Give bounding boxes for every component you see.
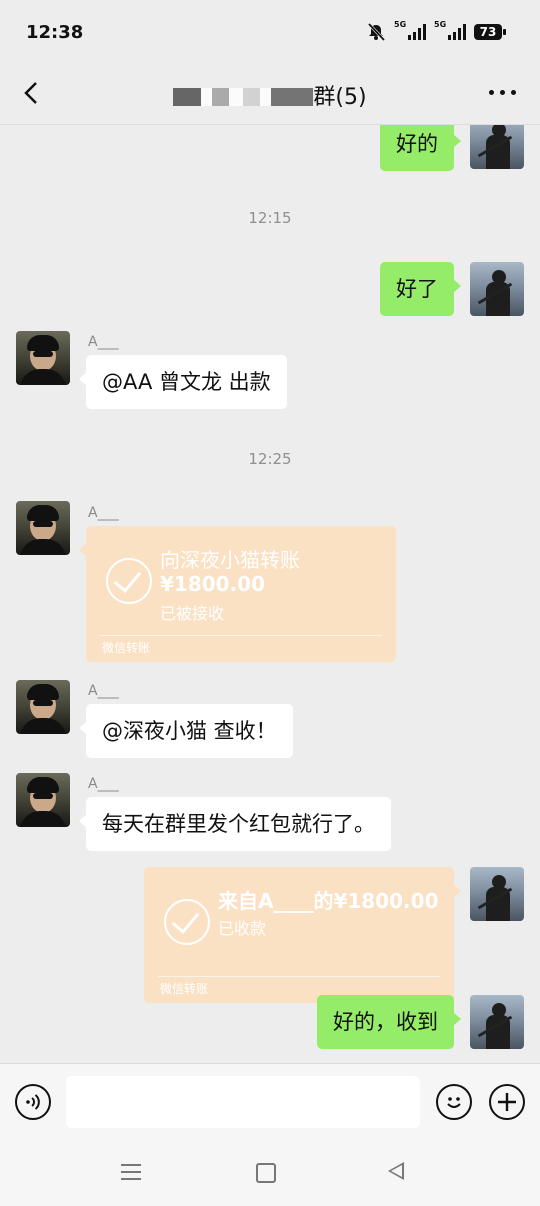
add-icon	[498, 1093, 516, 1111]
timestamp: 12:15	[248, 209, 292, 227]
message-bubble[interactable]: 好的，收到	[317, 995, 461, 1049]
status-bar: 12:38 5G 5G 73	[0, 0, 540, 66]
transfer-status: 已被接收	[160, 604, 225, 623]
message-bubble[interactable]: 每天在群里发个红包就行了。	[79, 797, 391, 851]
signal-2-icon: 5G	[434, 20, 466, 40]
message-bubble[interactable]: 好的	[380, 125, 461, 171]
system-back-icon[interactable]	[388, 1162, 404, 1180]
message-bubble[interactable]: @深夜小猫 查收！	[79, 704, 293, 758]
my-avatar[interactable]	[470, 125, 524, 169]
sender-name: A___	[88, 505, 119, 521]
network-type-2: 5G	[434, 20, 447, 29]
chat-title-suffix: 群(5)	[313, 85, 367, 110]
sender-name: A___	[88, 683, 119, 699]
transfer-card[interactable]: 来自A____的¥1800.00 已收款 微信转账	[144, 867, 461, 1003]
transfer-title: 向深夜小猫转账	[160, 548, 300, 572]
home-icon[interactable]	[256, 1163, 276, 1183]
sender-name: A___	[88, 776, 119, 792]
transfer-footer: 微信转账	[102, 641, 151, 655]
more-options-icon[interactable]	[489, 90, 516, 95]
transfer-card[interactable]: 向深夜小猫转账 ¥1800.00 已被接收 微信转账	[79, 526, 396, 662]
bell-muted-icon	[367, 22, 386, 42]
status-time: 12:38	[26, 22, 84, 43]
system-nav-bar	[0, 1143, 540, 1206]
divider	[100, 635, 382, 636]
smiley-icon	[447, 1097, 461, 1108]
divider	[158, 976, 440, 977]
recents-icon[interactable]	[121, 1164, 141, 1180]
transfer-amount: ¥1800.00	[160, 572, 266, 596]
check-circle-icon	[106, 558, 152, 604]
plus-icon[interactable]	[489, 1084, 525, 1120]
transfer-footer: 微信转账	[160, 982, 209, 996]
message-bubble[interactable]: 好了	[380, 262, 461, 316]
battery-icon: 73	[474, 24, 506, 40]
contact-avatar[interactable]	[16, 501, 70, 555]
message-bubble[interactable]: @AA 曾文龙 出款	[79, 355, 287, 409]
message-input[interactable]	[66, 1076, 420, 1128]
chat-header: 群(5)	[0, 66, 540, 125]
transfer-title: 来自A____的¥1800.00	[218, 889, 439, 913]
network-type-1: 5G	[394, 20, 407, 29]
contact-avatar[interactable]	[16, 773, 70, 827]
timestamp: 12:25	[248, 450, 292, 468]
chat-title: 群(5)	[0, 79, 540, 111]
chat-messages[interactable]: 好的 12:15 好了 A___ @AA 曾文龙 出款 12:25 A___ 向…	[0, 125, 540, 1063]
input-bar	[0, 1063, 540, 1144]
contact-avatar[interactable]	[16, 331, 70, 385]
my-avatar[interactable]	[470, 995, 524, 1049]
transfer-status: 已收款	[218, 919, 267, 938]
redacted-group-name	[173, 88, 314, 106]
my-avatar[interactable]	[470, 262, 524, 316]
signal-1-icon: 5G	[394, 20, 426, 40]
my-avatar[interactable]	[470, 867, 524, 921]
status-icons: 5G 5G 73	[366, 20, 506, 42]
check-circle-icon	[164, 899, 210, 945]
voice-input-icon[interactable]	[15, 1084, 51, 1120]
sound-waves-icon	[26, 1094, 40, 1110]
contact-avatar[interactable]	[16, 680, 70, 734]
sender-name: A___	[88, 334, 119, 350]
emoji-button-icon[interactable]	[436, 1084, 472, 1120]
